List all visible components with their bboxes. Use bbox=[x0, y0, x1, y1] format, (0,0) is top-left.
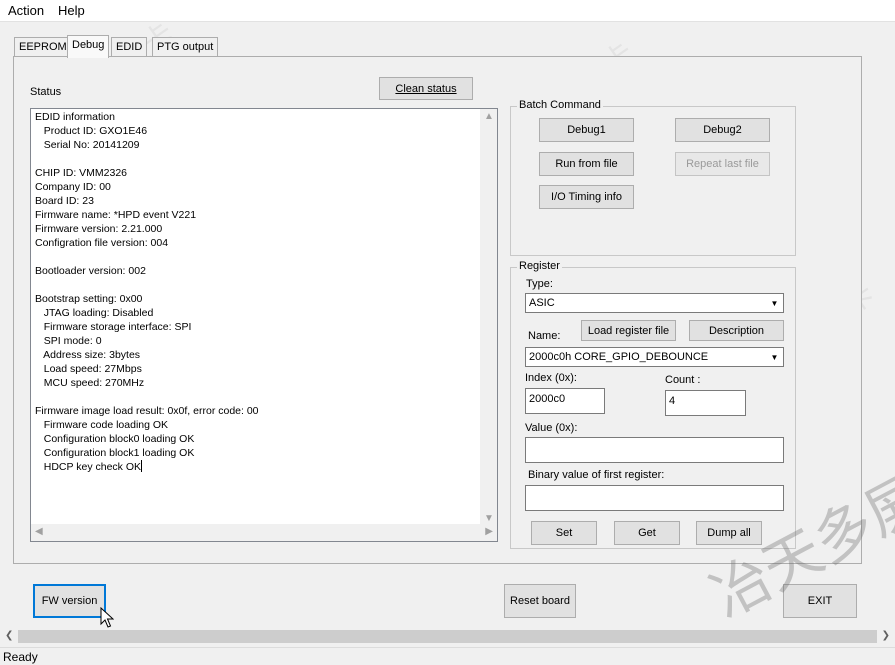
scroll-right-icon[interactable]: ▶ bbox=[485, 526, 493, 537]
scroll-left-icon[interactable]: ❮ bbox=[5, 630, 13, 641]
index-label: Index (0x): bbox=[525, 372, 577, 384]
get-button[interactable]: Get bbox=[614, 521, 680, 545]
name-label: Name: bbox=[528, 330, 561, 342]
binary-value-input[interactable] bbox=[525, 485, 784, 511]
status-vertical-scrollbar[interactable]: ▲ ▼ bbox=[480, 109, 497, 526]
status-log: EDID information Product ID: GXO1E46 Ser… bbox=[35, 111, 259, 473]
scroll-right-icon[interactable]: ❯ bbox=[882, 630, 890, 641]
status-label: Status bbox=[30, 86, 62, 98]
tab-debug[interactable]: Debug bbox=[67, 35, 110, 58]
type-label: Type: bbox=[526, 278, 553, 290]
debug1-button[interactable]: Debug1 bbox=[539, 118, 634, 142]
io-timing-info-button[interactable]: I/O Timing info bbox=[539, 185, 634, 209]
menu-action[interactable]: Action bbox=[8, 3, 44, 18]
status-textarea[interactable]: EDID information Product ID: GXO1E46 Ser… bbox=[30, 108, 498, 542]
scroll-down-icon[interactable]: ▼ bbox=[484, 513, 494, 524]
tab-ptg-output[interactable]: PTG output bbox=[152, 37, 219, 57]
tab-edid[interactable]: EDID bbox=[111, 37, 148, 57]
scroll-left-icon[interactable]: ◀ bbox=[35, 526, 43, 537]
reset-board-button[interactable]: Reset board bbox=[504, 584, 576, 618]
text-caret bbox=[141, 460, 143, 472]
chevron-down-icon[interactable]: ▼ bbox=[766, 348, 783, 366]
run-from-file-button[interactable]: Run from file bbox=[539, 152, 634, 176]
batch-command-title: Batch Command bbox=[517, 99, 603, 111]
value-input[interactable] bbox=[525, 437, 784, 463]
count-label: Count : bbox=[665, 374, 701, 386]
register-name-select[interactable]: 2000c0h CORE_GPIO_DEBOUNCE ▼ bbox=[525, 347, 784, 367]
scrollbar-thumb[interactable] bbox=[18, 630, 877, 643]
count-input[interactable]: 4 bbox=[665, 390, 746, 416]
debug2-button[interactable]: Debug2 bbox=[675, 118, 770, 142]
menu-bar: Action Help bbox=[0, 0, 895, 22]
status-horizontal-scrollbar[interactable]: ◀ ▶ bbox=[31, 524, 497, 541]
menu-help[interactable]: Help bbox=[58, 3, 85, 18]
chevron-down-icon[interactable]: ▼ bbox=[766, 294, 783, 312]
register-title: Register bbox=[517, 260, 562, 272]
value-label: Value (0x): bbox=[525, 422, 578, 434]
tab-eeprom[interactable]: EEPROM bbox=[14, 37, 72, 57]
type-select-value: ASIC bbox=[529, 297, 555, 309]
load-register-file-button[interactable]: Load register file bbox=[581, 320, 676, 341]
window-horizontal-scrollbar[interactable]: ❮ ❯ bbox=[0, 628, 895, 645]
type-select[interactable]: ASIC ▼ bbox=[525, 293, 784, 313]
status-bar-text: Ready bbox=[3, 650, 38, 664]
clean-status-button[interactable]: Clean status bbox=[379, 77, 473, 100]
set-button[interactable]: Set bbox=[531, 521, 597, 545]
mouse-cursor-icon bbox=[100, 607, 114, 628]
binary-value-label: Binary value of first register: bbox=[528, 469, 665, 481]
register-name-value: 2000c0h CORE_GPIO_DEBOUNCE bbox=[529, 351, 709, 363]
scroll-up-icon[interactable]: ▲ bbox=[484, 111, 494, 122]
description-button[interactable]: Description bbox=[689, 320, 784, 341]
exit-button[interactable]: EXIT bbox=[783, 584, 857, 618]
status-bar: Ready bbox=[0, 647, 895, 665]
fw-version-button[interactable]: FW version bbox=[33, 584, 106, 618]
dump-all-button[interactable]: Dump all bbox=[696, 521, 762, 545]
index-input[interactable]: 2000c0 bbox=[525, 388, 605, 414]
clean-status-label: Clean status bbox=[395, 82, 457, 95]
repeat-last-file-button[interactable]: Repeat last file bbox=[675, 152, 770, 176]
